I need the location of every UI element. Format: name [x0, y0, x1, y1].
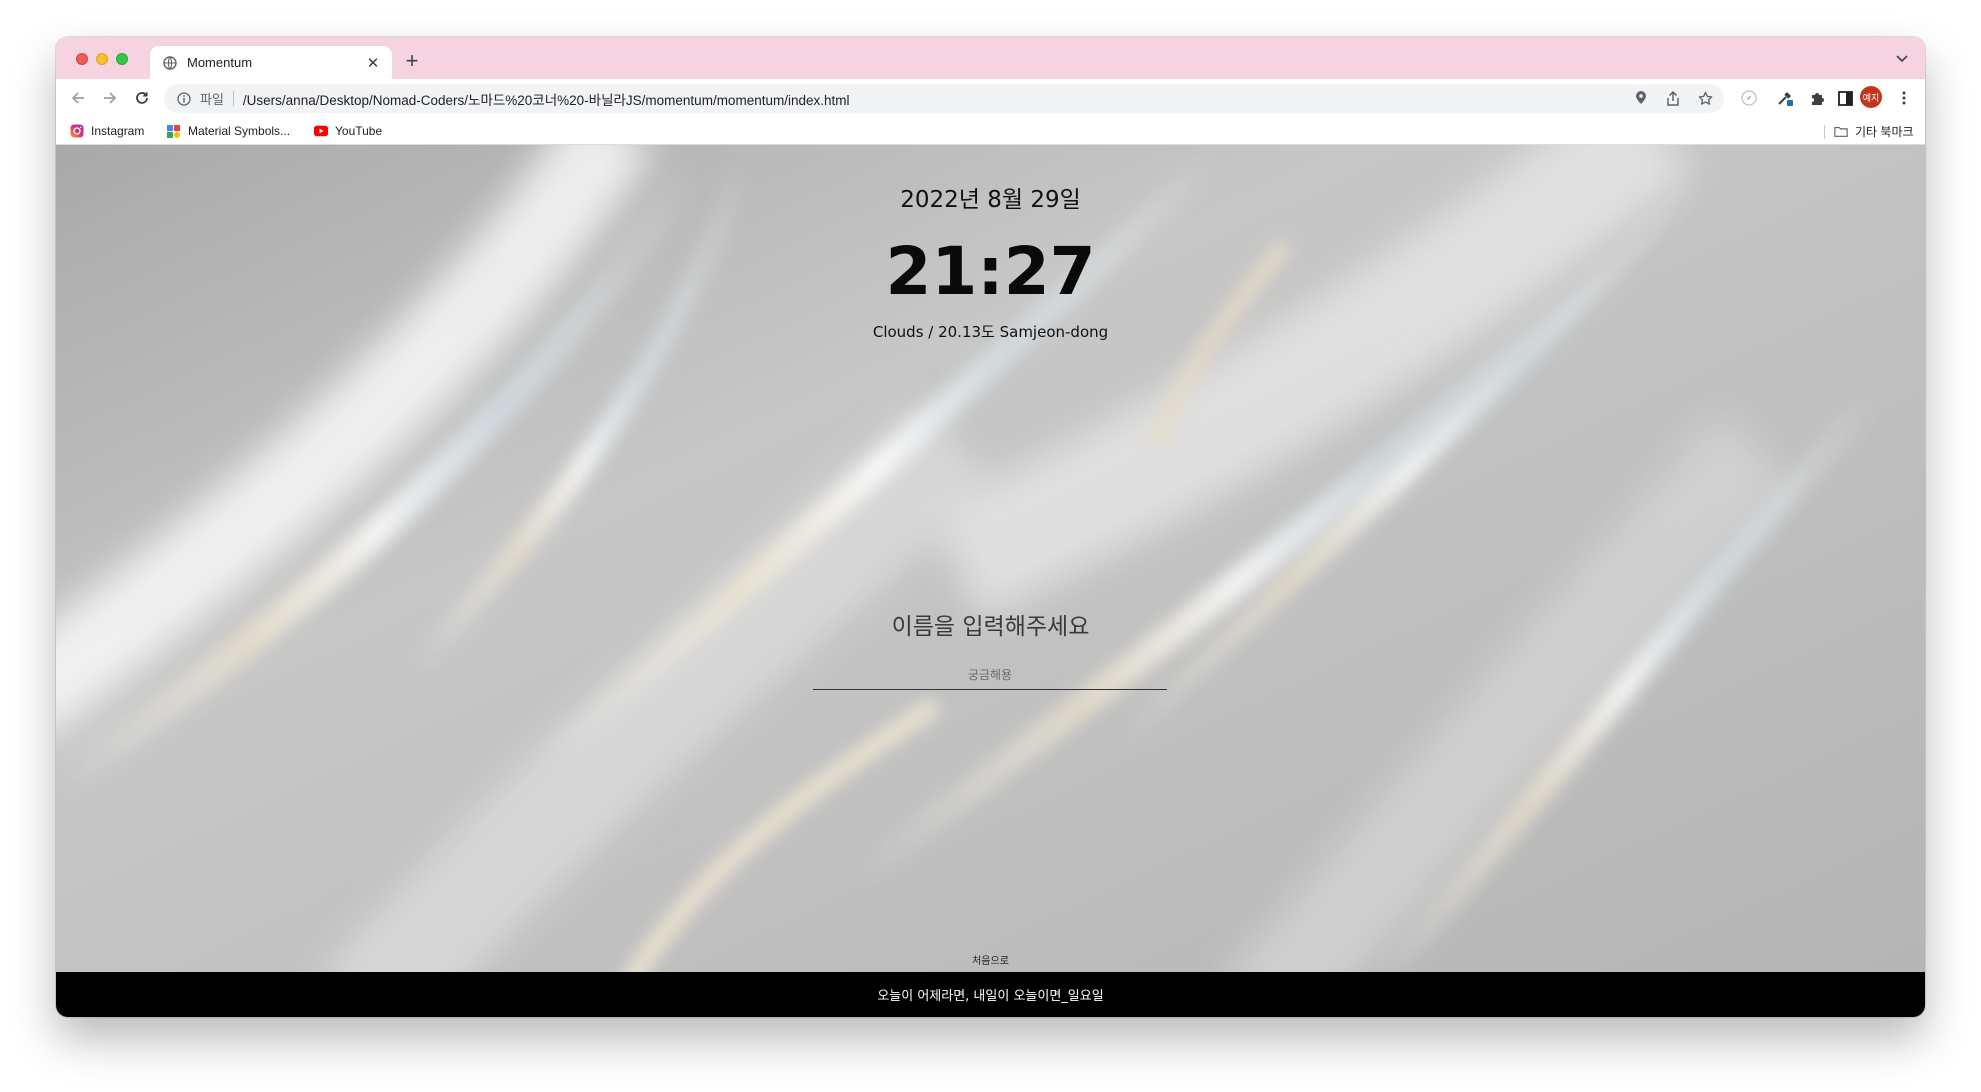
name-prompt: 이름을 입력해주세요 — [891, 614, 1090, 640]
instagram-icon — [70, 124, 84, 138]
bookmarks-bar: Instagram Material Symbols... YouTube 기타… — [56, 117, 1925, 145]
bookmark-label: Material Symbols... — [188, 124, 291, 138]
clock: 21:27 — [885, 233, 1096, 310]
bookmark-star-icon[interactable] — [1696, 89, 1714, 107]
puzzle-extensions-icon[interactable] — [1806, 87, 1828, 109]
folder-icon — [1834, 124, 1848, 138]
kebab-menu-icon[interactable] — [1893, 87, 1915, 109]
eyedropper-extension-icon[interactable] — [1774, 87, 1796, 109]
name-input[interactable] — [813, 660, 1167, 690]
momentum-page: 2022년 8월 29일 21:27 Clouds / 20.13도 Samje… — [56, 145, 1925, 1017]
close-window-button[interactable] — [76, 53, 88, 65]
globe-icon — [162, 55, 178, 71]
tab-strip: Momentum ✕ + — [56, 37, 1925, 79]
address-bar[interactable]: 파일 /Users/anna/Desktop/Nomad-Coders/노마드%… — [164, 84, 1724, 113]
side-panel-icon[interactable] — [1834, 87, 1856, 109]
browser-toolbar: 파일 /Users/anna/Desktop/Nomad-Coders/노마드%… — [56, 79, 1925, 117]
maximize-window-button[interactable] — [116, 53, 128, 65]
browser-window: Momentum ✕ + 파일 /Users/anna/Desktop/Noma… — [56, 37, 1925, 1017]
forward-arrow-icon[interactable] — [98, 86, 122, 110]
tab-close-icon[interactable]: ✕ — [364, 54, 382, 72]
tab-momentum[interactable]: Momentum ✕ — [150, 46, 392, 79]
reload-icon[interactable] — [130, 86, 154, 110]
new-tab-button[interactable]: + — [398, 47, 426, 75]
minimize-window-button[interactable] — [96, 53, 108, 65]
tab-title: Momentum — [187, 55, 253, 70]
current-date: 2022년 8월 29일 — [900, 187, 1081, 213]
profile-avatar[interactable]: 예지 — [1860, 86, 1882, 108]
site-info-icon[interactable] — [176, 91, 192, 107]
address-actions — [1632, 89, 1714, 107]
quote-text: 오늘이 어제라면, 내일이 오늘이면_일요일 — [877, 989, 1104, 1004]
address-scheme-label: 파일 — [200, 92, 224, 107]
share-icon[interactable] — [1664, 89, 1682, 107]
material-symbols-icon — [167, 124, 181, 138]
location-pin-icon[interactable] — [1632, 89, 1650, 107]
address-url[interactable]: /Users/anna/Desktop/Nomad-Coders/노마드%20코… — [243, 89, 850, 109]
quote-bar: 오늘이 어제라면, 내일이 오늘이면_일요일 — [56, 972, 1925, 1017]
tab-search-chevron-icon[interactable] — [1893, 50, 1911, 68]
bookmark-youtube[interactable]: YouTube — [314, 122, 382, 140]
address-separator — [232, 91, 234, 106]
compass-extension-icon[interactable] — [1738, 87, 1760, 109]
back-arrow-icon[interactable] — [66, 86, 90, 110]
home-link[interactable]: 처음으로 — [972, 956, 1009, 967]
bookmark-label: Instagram — [91, 124, 145, 138]
home-link-row: 처음으로 — [56, 952, 1925, 967]
weather-info: Clouds / 20.13도 Samjeon-dong — [872, 323, 1109, 341]
bookmark-material-symbols[interactable]: Material Symbols... — [167, 122, 290, 140]
bookmark-instagram[interactable]: Instagram — [70, 122, 144, 140]
other-bookmarks-label: 기타 북마크 — [1855, 124, 1914, 139]
bookmark-label: YouTube — [335, 124, 383, 138]
bookmarks-divider — [1824, 125, 1825, 139]
youtube-icon — [314, 124, 328, 138]
other-bookmarks[interactable]: 기타 북마크 — [1834, 122, 1914, 140]
